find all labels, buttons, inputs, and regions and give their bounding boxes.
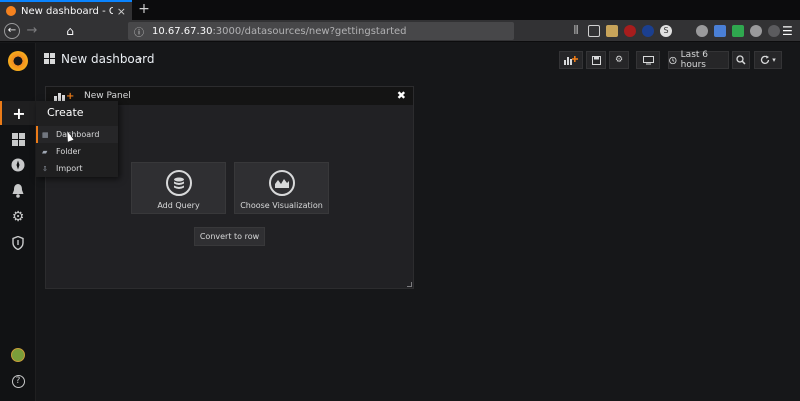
dashboards-icon[interactable]: [0, 127, 36, 151]
site-info-icon[interactable]: ⓘ: [134, 24, 144, 39]
url-bar[interactable]: ⓘ 10.67.67.30:3000/datasources/new?getti…: [128, 22, 514, 40]
convert-to-row-button[interactable]: Convert to row: [194, 227, 265, 246]
shield-extension-icon[interactable]: [642, 25, 654, 37]
account-icon[interactable]: [696, 25, 708, 37]
url-text: 10.67.67.30:3000/datasources/new?getting…: [152, 26, 407, 37]
extension-icon[interactable]: [606, 25, 618, 37]
create-dropdown-menu: Create ▦ Dashboard ▰ Folder ⇩ Import: [36, 101, 118, 177]
side-menu: + ⚙ ?: [0, 43, 36, 401]
save-icon: [591, 55, 601, 65]
dashboard-navbar: New dashboard ▾ ⚙ Last 6 hours ▾: [36, 43, 800, 77]
dashboard-icon: ▦: [42, 130, 49, 139]
new-tab-button[interactable]: +: [136, 1, 152, 17]
zoom-out-icon: [736, 55, 746, 65]
tab-title: New dashboard - Grafana: [21, 5, 113, 17]
home-button[interactable]: ⌂: [62, 23, 78, 39]
ublock-icon[interactable]: [624, 25, 636, 37]
chevron-down-icon[interactable]: ▾: [138, 55, 142, 64]
add-panel-button[interactable]: [559, 51, 583, 69]
create-plus-icon[interactable]: +: [0, 101, 36, 125]
url-host: 10.67.67.30: [152, 25, 213, 37]
gear-icon: ⚙: [614, 55, 624, 65]
zoom-out-button[interactable]: [732, 51, 750, 69]
add-panel-icon: [564, 56, 578, 65]
dashboard-settings-button[interactable]: ⚙: [609, 51, 629, 69]
explore-compass-icon[interactable]: [0, 153, 36, 177]
forward-button[interactable]: →: [24, 23, 40, 39]
refresh-icon: [761, 55, 770, 64]
sidebar-icon[interactable]: [588, 25, 600, 37]
avatar-image: [11, 348, 25, 362]
translate-icon[interactable]: [714, 25, 726, 37]
green-extension-icon[interactable]: [732, 25, 744, 37]
refresh-button[interactable]: ▾: [754, 51, 782, 69]
browser-tab-bar: New dashboard - Grafana × +: [0, 0, 800, 20]
alerting-bell-icon[interactable]: [0, 179, 36, 203]
create-menu-item-folder[interactable]: ▰ Folder: [36, 143, 118, 160]
add-query-button[interactable]: Add Query: [131, 162, 226, 214]
s-extension-icon[interactable]: S: [660, 25, 672, 37]
server-admin-shield-icon[interactable]: [0, 231, 36, 255]
clock-icon: [669, 56, 677, 64]
grey-extension-icon[interactable]: [768, 25, 780, 37]
library-icon[interactable]: ⫼: [570, 25, 582, 37]
tv-icon: [642, 55, 654, 64]
c-extension-icon[interactable]: [750, 25, 762, 37]
folder-icon: ▰: [42, 147, 48, 156]
database-icon: [165, 170, 192, 196]
browser-extensions: ⫼ S: [570, 24, 780, 38]
close-icon[interactable]: ✖: [397, 89, 406, 102]
create-menu-item-label: Dashboard: [56, 130, 100, 139]
browser-menu-icon[interactable]: ☰: [782, 24, 794, 38]
grafana-favicon-icon: [6, 6, 16, 16]
create-menu-item-import[interactable]: ⇩ Import: [36, 160, 118, 177]
panel-title: New Panel: [84, 91, 131, 101]
tab-close-icon[interactable]: ×: [117, 5, 126, 18]
choose-visualization-button[interactable]: Choose Visualization: [234, 162, 329, 214]
back-button[interactable]: ←: [4, 23, 20, 39]
create-menu-item-label: Import: [56, 164, 83, 173]
url-path: :3000/datasources/new?gettingstarted: [212, 25, 407, 37]
import-icon: ⇩: [42, 164, 48, 173]
add-panel-icon: +: [54, 91, 74, 102]
help-icon[interactable]: ?: [0, 369, 36, 393]
dashboard-grid-icon: [44, 53, 55, 64]
add-query-label: Add Query: [157, 201, 200, 210]
help-question-icon: ?: [11, 374, 25, 388]
time-range-label: Last 6 hours: [680, 50, 709, 70]
browser-nav-bar: ← → ⌂ ⓘ 10.67.67.30:3000/datasources/new…: [0, 20, 800, 42]
create-menu-item-dashboard[interactable]: ▦ Dashboard: [36, 126, 118, 143]
user-avatar[interactable]: [0, 343, 36, 367]
create-menu-item-label: Folder: [56, 147, 81, 156]
choose-visualization-label: Choose Visualization: [240, 201, 323, 210]
visualization-chart-icon: [268, 170, 295, 196]
configuration-gear-icon[interactable]: ⚙: [0, 205, 36, 229]
time-picker-button[interactable]: Last 6 hours: [668, 50, 729, 70]
save-dashboard-button[interactable]: [586, 51, 606, 69]
browser-tab[interactable]: New dashboard - Grafana ×: [0, 0, 132, 20]
create-menu-title: Create: [47, 106, 84, 119]
grafana-logo-icon[interactable]: [8, 51, 28, 71]
resize-handle[interactable]: [407, 282, 412, 287]
spacer-icon: [678, 25, 690, 37]
chevron-down-icon: ▾: [772, 56, 776, 64]
cycle-view-mode-button[interactable]: [636, 51, 660, 69]
